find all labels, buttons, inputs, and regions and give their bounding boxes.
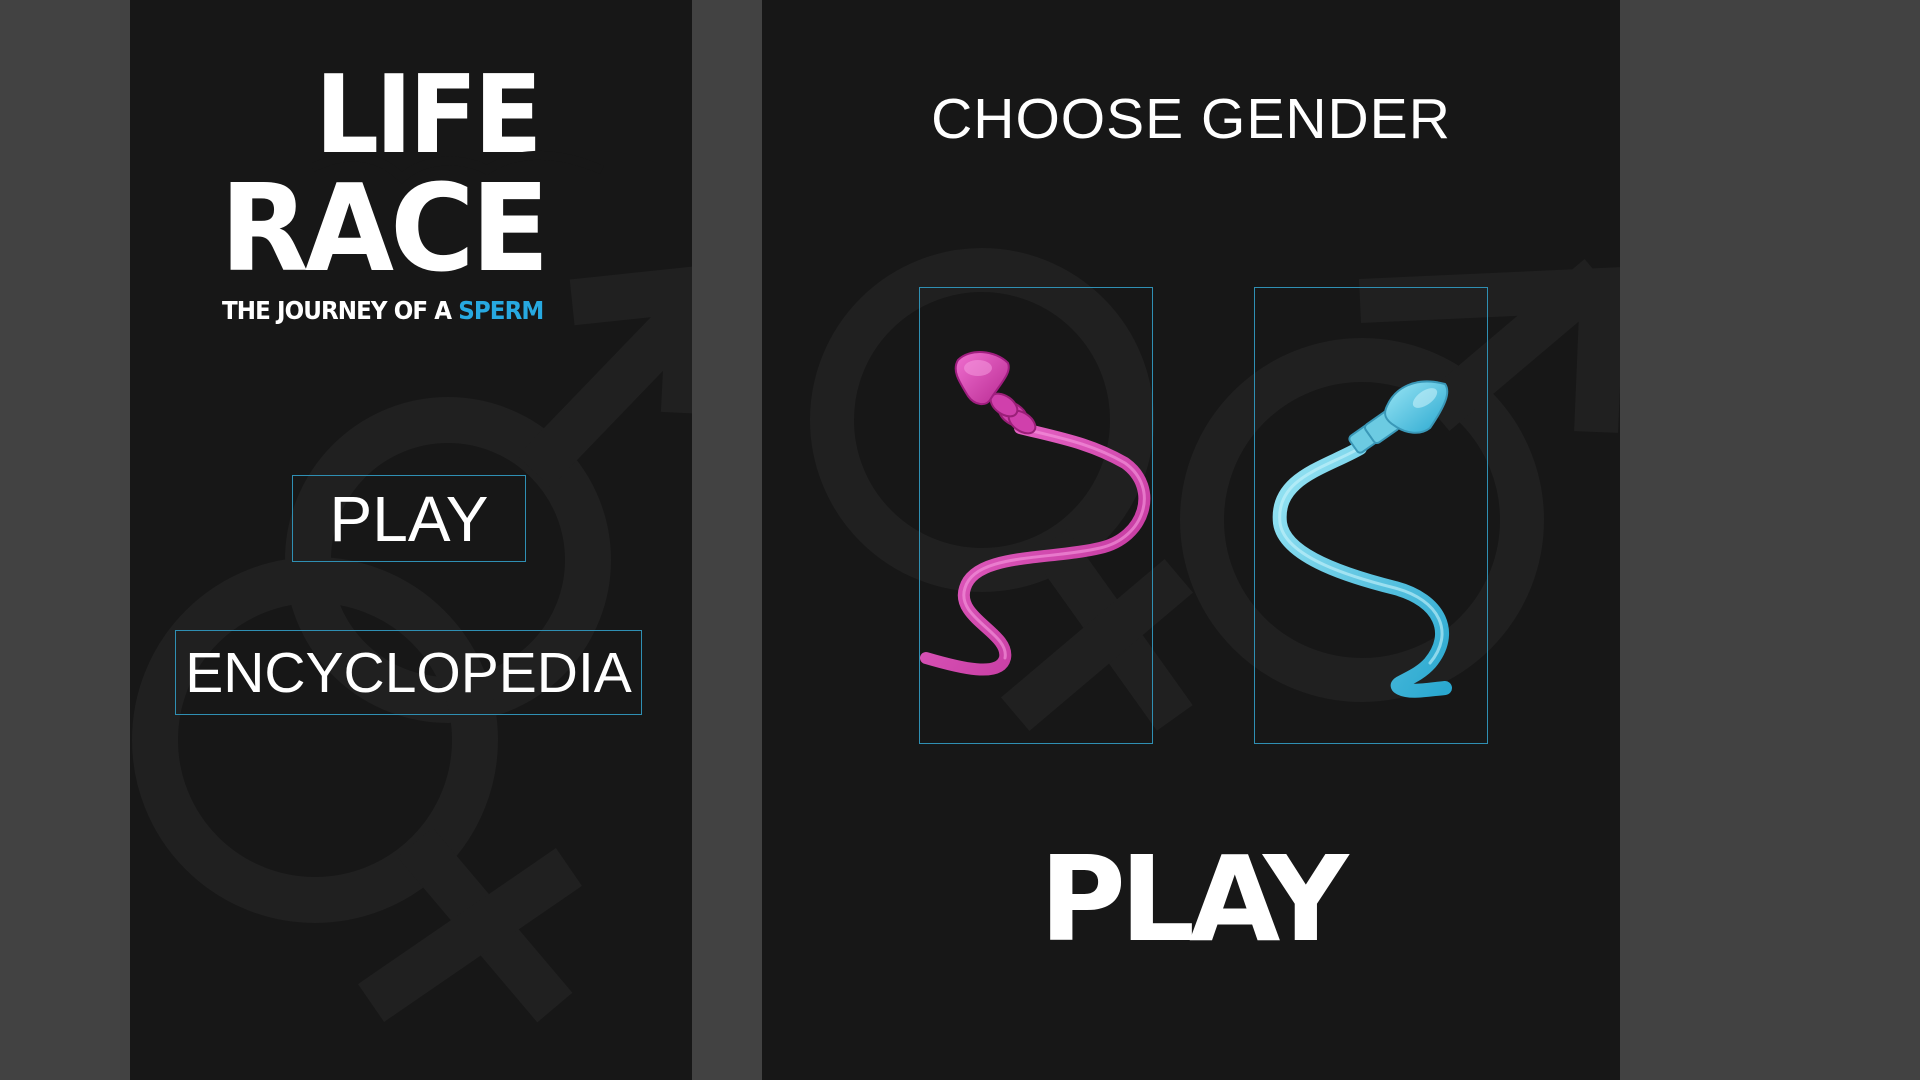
choose-gender-title: CHOOSE GENDER — [931, 87, 1451, 151]
female-option-card[interactable] — [919, 287, 1153, 744]
play-button[interactable]: PLAY — [292, 475, 526, 562]
main-menu-panel: LIFE RACE THE JOURNEY OF A SPERM PLAY EN… — [130, 0, 692, 1080]
start-play-button[interactable]: PLAY — [762, 840, 1620, 958]
logo-tagline-main: THE JOURNEY OF A — [222, 296, 459, 325]
logo-race-text: RACE — [220, 160, 550, 299]
encyclopedia-button[interactable]: ENCYCLOPEDIA — [175, 630, 642, 715]
female-sperm-icon — [920, 351, 1151, 676]
logo-tagline: THE JOURNEY OF A SPERM — [222, 296, 544, 325]
logo-tagline-accent: SPERM — [458, 296, 544, 325]
choose-gender-panel: CHOOSE GENDER PLAY — [762, 0, 1620, 1080]
male-sperm-icon — [1272, 380, 1452, 698]
male-option-card[interactable] — [1254, 287, 1488, 744]
life-race-logo: LIFE RACE THE JOURNEY OF A SPERM — [220, 62, 604, 332]
